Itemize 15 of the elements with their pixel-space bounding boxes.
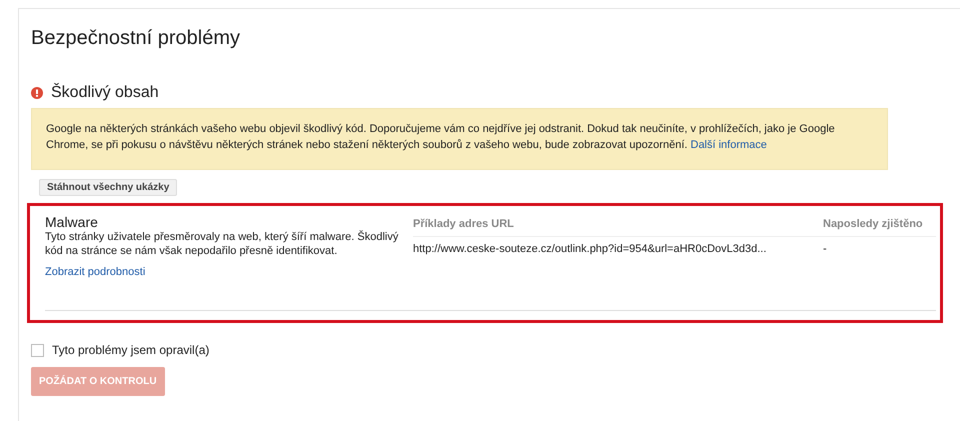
more-info-link[interactable]: Další informace (690, 139, 767, 151)
download-samples-button[interactable]: Stáhnout všechny ukázky (39, 179, 178, 196)
column-header: Příklady adres URL (413, 214, 823, 237)
warning-notice: Google na některých stránkách vašeho webu objevil škodlivý kód. Doporučujeme vám co nejdříve jej odstranit. Dokud tak neučiníte, v prohlížečích, jako je Google Chrome, se při pokusu o návštěvu některých stránek nebo stažení některých souborů z vašeho webu, bude zobrazovat upozornění. Další informace (31, 108, 888, 170)
date-cell-text: - (823, 242, 827, 255)
checkbox-label: Tyto problémy jsem opravil(a) (52, 343, 210, 357)
column-header: Naposledy zjištěno (823, 214, 936, 237)
page-title: Bezpečnostní problémy (31, 27, 242, 50)
alert-icon (31, 87, 43, 99)
issue-title: Malware (45, 214, 98, 230)
issue-description: Tyto stránky uživatele přesměrovaly na web, který šíří malware. Škodlivý kód na stránce se nám však nepodařilo přesně identifikovat. (45, 230, 400, 258)
checkbox[interactable] (31, 344, 44, 356)
url-cell-text: http://www.ceske-souteze.cz/outlink.php?id=954&url=aHR0cDovL3d3d... (413, 242, 766, 255)
details-link[interactable]: Zobrazit podrobnosti (45, 266, 146, 278)
section-title: Škodlivý obsah (51, 84, 159, 102)
